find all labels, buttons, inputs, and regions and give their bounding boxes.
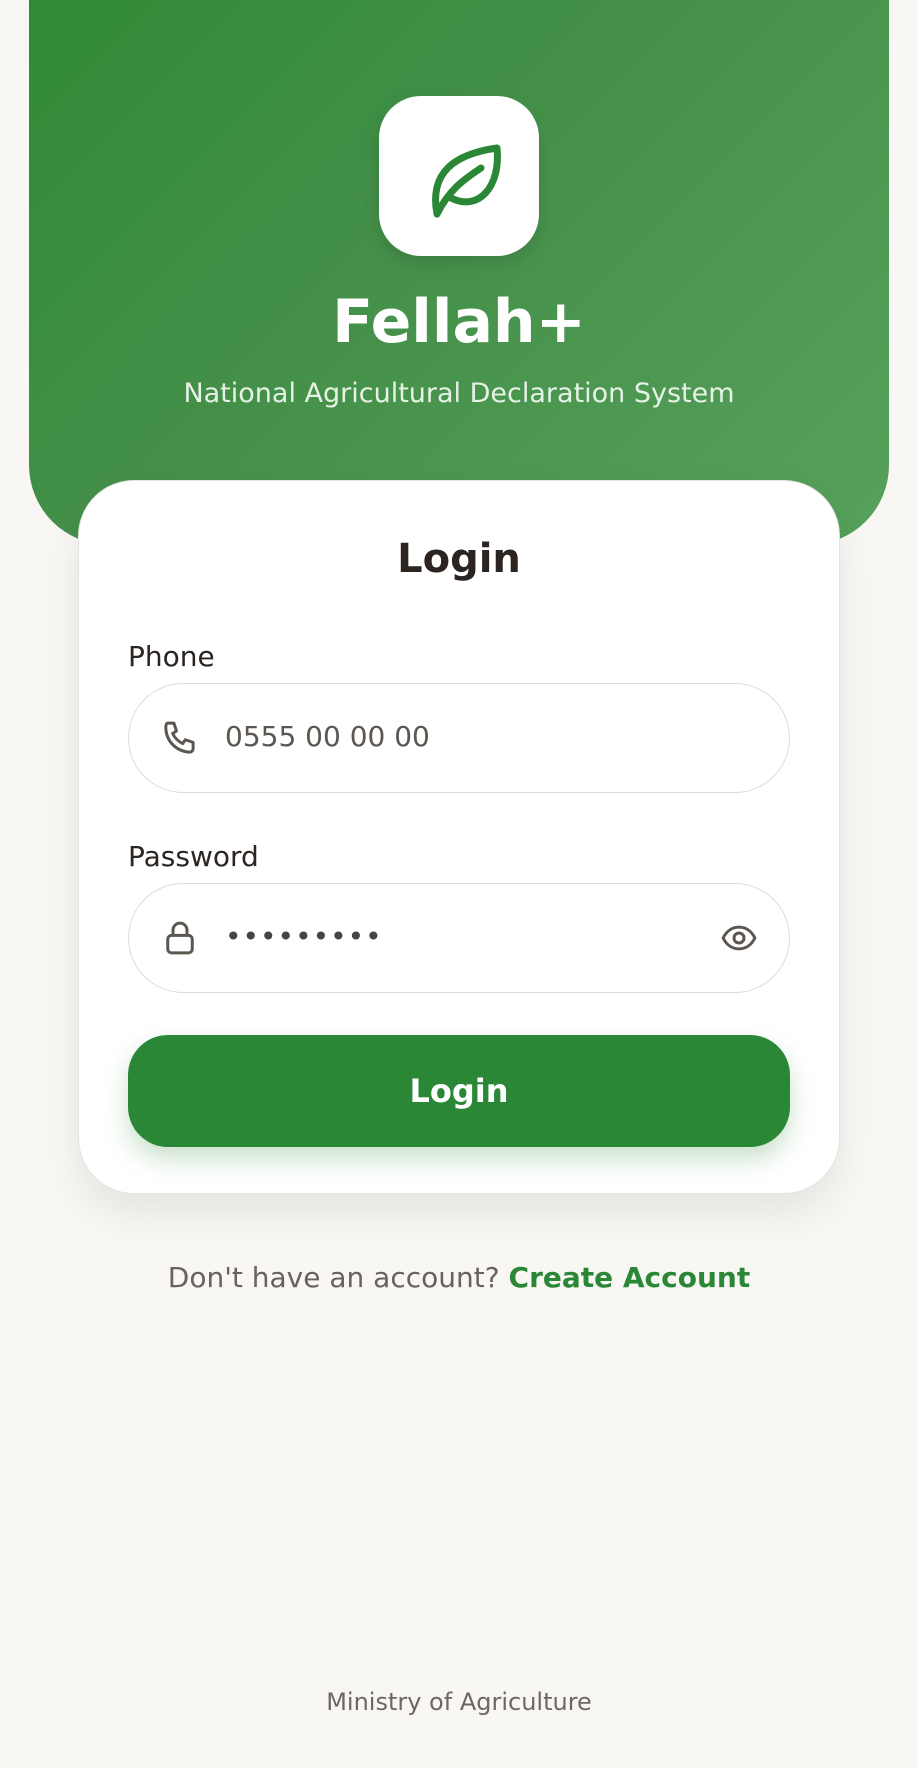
login-title: Login — [397, 536, 521, 582]
phone-placeholder: 0555 00 00 00 — [225, 720, 430, 753]
leaf-icon — [432, 144, 501, 218]
login-card: Login Phone 0555 00 00 00 Password •••••… — [78, 480, 840, 1194]
phone-input[interactable]: 0555 00 00 00 — [128, 683, 790, 793]
header-banner — [29, 0, 889, 545]
create-account-link[interactable]: Create Account — [509, 1261, 751, 1294]
app-logo — [379, 96, 539, 256]
signup-prompt-text: Don't have an account? — [167, 1261, 500, 1294]
password-input[interactable]: ••••••••• — [128, 883, 790, 993]
password-label: Password — [128, 840, 259, 873]
footer-text: Ministry of Agriculture — [326, 1688, 592, 1716]
password-value: ••••••••• — [225, 920, 383, 953]
phone-label: Phone — [128, 640, 215, 673]
app-title: Fellah+ — [332, 287, 586, 357]
app-subtitle: National Agricultural Declaration System — [183, 378, 735, 409]
login-button[interactable]: Login — [128, 1035, 790, 1147]
eye-icon[interactable] — [719, 918, 759, 958]
signup-prompt: Don't have an account? Create Account — [0, 1258, 918, 1298]
lock-icon — [166, 921, 194, 955]
phone-icon — [164, 721, 195, 754]
